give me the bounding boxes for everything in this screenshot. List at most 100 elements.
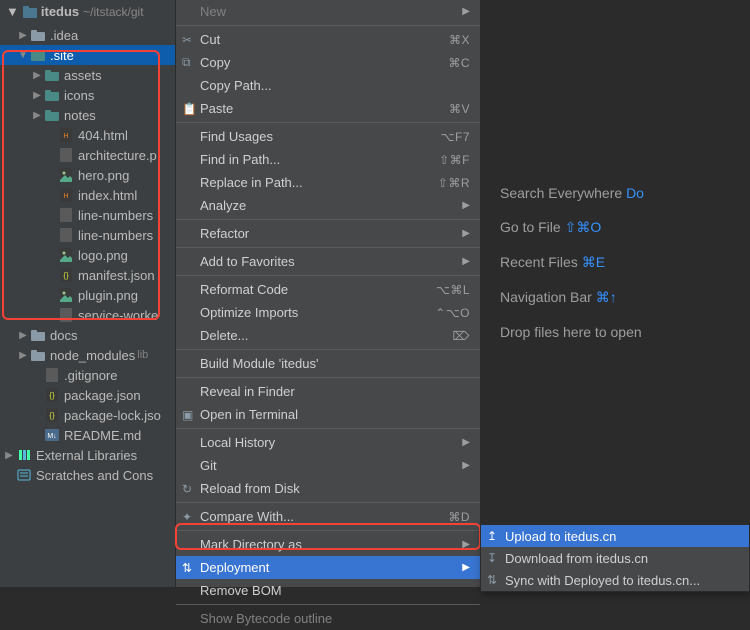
tree-row[interactable]: H404.html: [0, 125, 175, 145]
project-tree[interactable]: ▶.idea▼.site▶assets▶icons▶notesH404.html…: [0, 23, 175, 487]
menu-item[interactable]: Copy Path...: [176, 74, 480, 97]
menu-item[interactable]: ⇅Deployment▶: [176, 556, 480, 579]
menu-item-label: Find Usages: [200, 129, 273, 144]
scratch-icon: [16, 467, 32, 483]
tree-item-label: hero.png: [78, 168, 129, 183]
menu-item[interactable]: Refactor▶: [176, 222, 480, 245]
tree-row[interactable]: Scratches and Cons: [0, 465, 175, 485]
tree-row[interactable]: plugin.png: [0, 285, 175, 305]
folder-icon: [30, 47, 46, 63]
menu-separator: [176, 530, 480, 531]
menu-item[interactable]: Analyze▶: [176, 194, 480, 217]
tree-row[interactable]: logo.png: [0, 245, 175, 265]
project-header[interactable]: ▼ itedus ~/itstack/git: [0, 0, 175, 23]
json-file-icon: {}: [44, 387, 60, 403]
menu-item-label: Reformat Code: [200, 282, 288, 297]
tree-row[interactable]: {}package.json: [0, 385, 175, 405]
tree-row[interactable]: ▶assets: [0, 65, 175, 85]
tree-row[interactable]: M↓README.md: [0, 425, 175, 445]
submenu-arrow-icon: ▶: [462, 539, 470, 550]
tree-item-label: index.html: [78, 188, 137, 203]
menu-item[interactable]: Git▶: [176, 454, 480, 477]
submenu-item[interactable]: ↥Upload to itedus.cn: [481, 525, 749, 547]
menu-item-label: Analyze: [200, 198, 246, 213]
menu-item[interactable]: Find in Path...⇧⌘F: [176, 148, 480, 171]
menu-item[interactable]: ✂Cut⌘X: [176, 28, 480, 51]
tree-item-label: package-lock.jso: [64, 408, 161, 423]
submenu-item[interactable]: ⇅Sync with Deployed to itedus.cn...: [481, 569, 749, 591]
menu-item[interactable]: Show Bytecode outline: [176, 607, 480, 630]
menu-item-label: Delete...: [200, 328, 248, 343]
menu-separator: [176, 349, 480, 350]
tree-row[interactable]: line-numbers: [0, 225, 175, 245]
menu-item[interactable]: ✦Compare With...⌘D: [176, 505, 480, 528]
editor-tip: Search Everywhere Do: [500, 185, 750, 201]
chevron-icon: ▶: [18, 330, 28, 341]
menu-separator: [176, 502, 480, 503]
file-icon: [58, 227, 74, 243]
menu-shortcut: ⌥⌘L: [436, 283, 470, 297]
menu-item[interactable]: Local History▶: [176, 431, 480, 454]
menu-item-icon: ⇅: [182, 561, 196, 575]
menu-item-label: Paste: [200, 101, 233, 116]
tip-label: Navigation Bar: [500, 289, 592, 305]
menu-item-label: Copy Path...: [200, 78, 272, 93]
chevron-icon: ▶: [18, 30, 28, 41]
svg-text:H: H: [63, 193, 68, 200]
tree-row[interactable]: {}manifest.json: [0, 265, 175, 285]
menu-item[interactable]: Build Module 'itedus': [176, 352, 480, 375]
menu-item[interactable]: Optimize Imports⌃⌥O: [176, 301, 480, 324]
menu-item[interactable]: ↻Reload from Disk: [176, 477, 480, 500]
submenu-arrow-icon: ▶: [462, 6, 470, 17]
chevron-icon: ▶: [32, 110, 42, 121]
submenu-arrow-icon: ▶: [462, 437, 470, 448]
menu-item[interactable]: Remove BOM: [176, 579, 480, 602]
menu-item[interactable]: Mark Directory as▶: [176, 533, 480, 556]
menu-item[interactable]: Add to Favorites▶: [176, 250, 480, 273]
tree-row[interactable]: ▶.idea: [0, 25, 175, 45]
tree-row[interactable]: Hindex.html: [0, 185, 175, 205]
menu-item-label: Refactor: [200, 226, 249, 241]
tree-row[interactable]: ▶node_moduleslib: [0, 345, 175, 365]
menu-item-label: Copy: [200, 55, 230, 70]
tree-row[interactable]: ▼.site: [0, 45, 175, 65]
tree-row[interactable]: hero.png: [0, 165, 175, 185]
menu-item[interactable]: Reformat Code ⌥⌘L: [176, 278, 480, 301]
deployment-submenu[interactable]: ↥Upload to itedus.cn↧Download from itedu…: [480, 524, 750, 592]
image-file-icon: [58, 287, 74, 303]
editor-tip: Navigation Bar ⌘↑: [500, 289, 750, 306]
menu-item[interactable]: Replace in Path...⇧⌘R: [176, 171, 480, 194]
editor-empty-state: Search Everywhere DoGo to File ⇧⌘ORecent…: [480, 0, 750, 524]
menu-item[interactable]: 📋Paste⌘V: [176, 97, 480, 120]
menu-item[interactable]: Find Usages⌥F7: [176, 125, 480, 148]
menu-item-icon: ✦: [182, 510, 196, 524]
tree-row[interactable]: architecture.p: [0, 145, 175, 165]
file-icon: [58, 307, 74, 323]
menu-item-icon: ↻: [182, 482, 196, 496]
menu-item-icon: ⇅: [487, 573, 501, 587]
tree-row[interactable]: ▶docs: [0, 325, 175, 345]
tree-row[interactable]: service-worke: [0, 305, 175, 325]
chevron-icon: ▶: [32, 90, 42, 101]
tree-row[interactable]: line-numbers: [0, 205, 175, 225]
menu-shortcut: ⌘X: [449, 33, 470, 47]
menu-item[interactable]: ▣Open in Terminal: [176, 403, 480, 426]
menu-item[interactable]: New▶: [176, 0, 480, 23]
tree-item-label: README.md: [64, 428, 141, 443]
menu-item[interactable]: Reveal in Finder: [176, 380, 480, 403]
tree-item-label: .site: [50, 48, 74, 63]
tree-row[interactable]: ▶notes: [0, 105, 175, 125]
file-icon: [44, 367, 60, 383]
submenu-item[interactable]: ↧Download from itedus.cn: [481, 547, 749, 569]
svg-text:{}: {}: [49, 411, 55, 420]
tree-row[interactable]: ▶icons: [0, 85, 175, 105]
context-menu[interactable]: New▶ ✂Cut⌘X⧉Copy⌘C Copy Path... 📋Paste⌘V Fin…: [175, 0, 480, 587]
menu-item-label: Show Bytecode outline: [200, 611, 332, 626]
tree-row[interactable]: ▶External Libraries: [0, 445, 175, 465]
svg-text:H: H: [63, 133, 68, 140]
tree-row[interactable]: .gitignore: [0, 365, 175, 385]
menu-item[interactable]: Delete...⌦: [176, 324, 480, 347]
menu-item[interactable]: ⧉Copy⌘C: [176, 51, 480, 74]
folder-icon: [23, 6, 37, 18]
tree-row[interactable]: {} package-lock.jso: [0, 405, 175, 425]
